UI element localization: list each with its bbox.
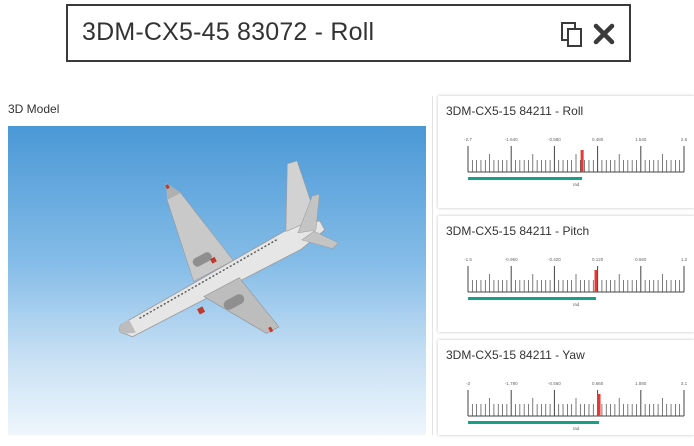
gauge-needle [597, 394, 601, 416]
tick-label: -2.7 [464, 137, 472, 142]
yaw-gauge-panel: 3DM-CX5-15 84211 - Yaw -3 -1.780 -0.560 0.6… [438, 340, 694, 435]
roll-gauge: -2.7 -1.640 -0.580 0.480 1.540 2.6 rad [464, 137, 688, 187]
tick-label: -3 [466, 381, 470, 386]
roll-gauge-panel: 3DM-CX5-15 84211 - Roll -2.7 -1.640 -0.580… [438, 96, 694, 208]
tick-label: 1.540 [635, 137, 647, 142]
gauge-widget-header: 3DM-CX5-45 83072 - Roll [66, 4, 631, 62]
tick-label: -0.420 [548, 257, 561, 262]
gauge-needle [594, 270, 598, 292]
tick-label: -1.780 [505, 381, 518, 386]
tick-label: 0.120 [592, 257, 604, 262]
tick-label: 2.6 [681, 137, 688, 142]
tick-label: -0.560 [548, 381, 561, 386]
3d-viewport[interactable] [8, 126, 426, 435]
close-icon[interactable] [593, 23, 615, 45]
widget-title: 3DM-CX5-45 83072 - Roll [82, 18, 375, 46]
yaw-gauge: -3 -1.780 -0.560 0.660 1.880 3.1 rad [466, 381, 688, 431]
model-panel: 3D Model [0, 96, 433, 435]
unit-label: rad [573, 182, 580, 187]
model-panel-title: 3D Model [8, 102, 60, 116]
tick-label: 1.880 [635, 381, 647, 386]
gauge-fill-bar [468, 177, 583, 180]
gauge-title: 3DM-CX5-15 84211 - Roll [446, 104, 584, 118]
gauge-title: 3DM-CX5-15 84211 - Pitch [446, 224, 590, 238]
tick-label: -0.960 [505, 257, 518, 262]
tick-label: 1.2 [681, 257, 688, 262]
tick-label: 0.660 [635, 257, 647, 262]
tick-label: 3.1 [681, 381, 688, 386]
tick-label: 0.660 [592, 381, 604, 386]
gauge-title: 3DM-CX5-15 84211 - Yaw [446, 348, 585, 362]
copy-icon[interactable] [561, 22, 583, 48]
tick-label: 0.480 [592, 137, 604, 142]
gauge-fill-bar [468, 421, 600, 424]
airplane-model [119, 160, 339, 338]
unit-label: rad [573, 426, 580, 431]
tick-label: -0.580 [548, 137, 561, 142]
tick-label: -1.640 [505, 137, 518, 142]
gauge-needle [580, 150, 584, 172]
unit-label: rad [573, 302, 580, 307]
pitch-gauge-panel: 3DM-CX5-15 84211 - Pitch -1.5 -0.960 -0.42… [438, 216, 694, 332]
pitch-gauge: -1.5 -0.960 -0.420 0.120 0.660 1.2 rad [464, 257, 688, 307]
gauge-fill-bar [468, 297, 596, 300]
tick-label: -1.5 [464, 257, 472, 262]
